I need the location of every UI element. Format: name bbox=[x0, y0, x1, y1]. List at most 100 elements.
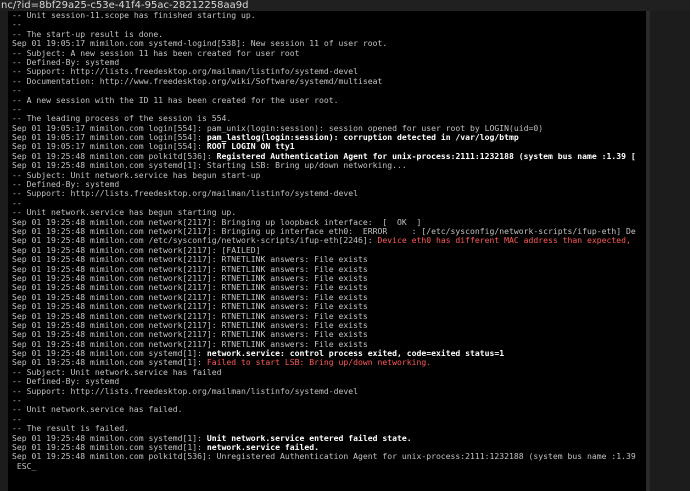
console-text: Sep 01 19:25:48 mimilon.com network[2117… bbox=[12, 320, 368, 330]
console-text: -- Documentation: http://www.freedesktop… bbox=[12, 76, 383, 86]
console-highlight-text: Unit network.service entered failed stat… bbox=[206, 433, 412, 443]
console-text: -- bbox=[12, 414, 22, 424]
console-text: -- The result is failed. bbox=[12, 424, 129, 434]
console-line: -- bbox=[8, 86, 646, 95]
console-line: -- The result is failed. bbox=[8, 424, 646, 433]
console-line: Sep 01 19:05:17 mimilon.com login[554]: … bbox=[8, 133, 646, 142]
console-text: Sep 01 19:25:48 mimilon.com network[2117… bbox=[12, 283, 368, 293]
console-line: Sep 01 19:25:48 mimilon.com network[2117… bbox=[8, 265, 646, 274]
console-line: Sep 01 19:25:48 mimilon.com network[2117… bbox=[8, 330, 646, 339]
console-text: -- Defined-By: systemd bbox=[12, 377, 120, 387]
console-text: Sep 01 19:25:48 mimilon.com network[2117… bbox=[12, 273, 368, 283]
console-screen[interactable]: -- Unit session-11.scope has finished st… bbox=[8, 11, 646, 491]
console-line: Sep 01 19:25:48 mimilon.com systemd[1]: … bbox=[8, 358, 646, 367]
console-text: -- Subject: Unit network.service has fai… bbox=[12, 367, 222, 377]
console-line: Sep 01 19:25:48 mimilon.com systemd[1]: … bbox=[8, 349, 646, 358]
console-line: -- The start-up result is done. bbox=[8, 30, 646, 39]
console-text: Sep 01 19:25:48 mimilon.com network[2117… bbox=[12, 311, 368, 321]
console-text: -- Subject: A new session 11 has been cr… bbox=[12, 48, 300, 58]
console-text: Sep 01 19:25:48 mimilon.com systemd[1]: bbox=[12, 433, 207, 443]
console-line: Sep 01 19:25:48 mimilon.com systemd[1]: … bbox=[8, 434, 646, 443]
console-line: -- Unit network.service has failed. bbox=[8, 405, 646, 414]
console-text: Sep 01 19:25:48 mimilon.com network[2117… bbox=[12, 302, 368, 312]
console-line: -- Defined-By: systemd bbox=[8, 180, 646, 189]
console-line: Sep 01 19:25:48 mimilon.com network[2117… bbox=[8, 340, 646, 349]
console-text: Sep 01 19:25:48 mimilon.com polkitd[536]… bbox=[12, 452, 636, 462]
console-highlight-text: network.service failed. bbox=[206, 442, 319, 452]
console-highlight-text: network.service: control process exited,… bbox=[206, 349, 505, 359]
console-text: -- bbox=[12, 20, 22, 30]
console-line: Sep 01 19:05:17 mimilon.com systemd-logi… bbox=[8, 39, 646, 48]
console-text: -- bbox=[12, 104, 22, 114]
console-text: -- bbox=[12, 86, 22, 96]
console-line: Sep 01 19:25:48 mimilon.com polkitd[536]… bbox=[8, 152, 646, 161]
console-line: -- Subject: Unit network.service has beg… bbox=[8, 171, 646, 180]
console-line: -- A new session with the ID 11 has been… bbox=[8, 96, 646, 105]
console-text: Sep 01 19:05:17 mimilon.com systemd-logi… bbox=[12, 39, 388, 49]
console-line: Sep 01 19:25:48 mimilon.com polkitd[536]… bbox=[8, 452, 646, 461]
console-line: Sep 01 19:25:48 mimilon.com network[2117… bbox=[8, 283, 646, 292]
console-text: -- The leading process of the session is… bbox=[12, 114, 232, 124]
console-text: Sep 01 19:25:48 mimilon.com network[2117… bbox=[12, 330, 368, 340]
console-line: -- Defined-By: systemd bbox=[8, 377, 646, 386]
console-text: ESC_ bbox=[12, 461, 37, 471]
console-text: -- bbox=[12, 396, 22, 406]
console-text: -- Defined-By: systemd bbox=[12, 57, 120, 67]
console-line: -- bbox=[8, 415, 646, 424]
console-text: -- Support: http://lists.freedesktop.org… bbox=[12, 386, 358, 396]
console-line: -- Support: http://lists.freedesktop.org… bbox=[8, 189, 646, 198]
console-line: Sep 01 19:25:48 mimilon.com network[2117… bbox=[8, 293, 646, 302]
console-text: Sep 01 19:25:48 mimilon.com network[2117… bbox=[12, 292, 368, 302]
console-text: Sep 01 19:05:17 mimilon.com login[554]: … bbox=[12, 123, 544, 133]
console-text: Sep 01 19:25:48 mimilon.com systemd[1]: bbox=[12, 349, 207, 359]
console-text: Sep 01 19:25:48 mimilon.com network[2117… bbox=[12, 217, 422, 227]
console-line: -- bbox=[8, 199, 646, 208]
console-text: -- Defined-By: systemd bbox=[12, 180, 120, 190]
console-highlight-text: ROOT LOGIN ON tty1 bbox=[206, 142, 295, 152]
console-log: -- Unit session-11.scope has finished st… bbox=[8, 11, 646, 471]
console-line: Sep 01 19:25:48 mimilon.com systemd[1]: … bbox=[8, 161, 646, 170]
console-text: Sep 01 19:05:17 mimilon.com login[554]: bbox=[12, 133, 207, 143]
console-line: -- Documentation: http://www.freedesktop… bbox=[8, 77, 646, 86]
console-line: -- Defined-By: systemd bbox=[8, 58, 646, 67]
left-frame bbox=[0, 11, 8, 491]
console-text: Sep 01 19:25:48 mimilon.com /etc/sysconf… bbox=[12, 236, 378, 246]
console-text: -- bbox=[12, 198, 22, 208]
console-text: Sep 01 19:25:48 mimilon.com network[2117… bbox=[12, 339, 368, 349]
console-line: -- bbox=[8, 20, 646, 29]
console-line: Sep 01 19:05:17 mimilon.com login[554]: … bbox=[8, 142, 646, 151]
console-error-text: Device eth0 has different MAC address th… bbox=[377, 236, 631, 246]
console-text: Sep 01 19:25:48 mimilon.com network[2117… bbox=[12, 255, 368, 265]
console-text: -- The start-up result is done. bbox=[12, 29, 164, 39]
console-text: Sep 01 19:25:48 mimilon.com polkitd[536]… bbox=[12, 151, 217, 161]
scrollbar[interactable] bbox=[646, 11, 650, 491]
console-line: Sep 01 19:25:48 mimilon.com network[2117… bbox=[8, 302, 646, 311]
console-line: -- Support: http://lists.freedesktop.org… bbox=[8, 67, 646, 76]
console-text: -- Support: http://lists.freedesktop.org… bbox=[12, 189, 358, 199]
console-line: -- Unit session-11.scope has finished st… bbox=[8, 11, 646, 20]
console-line: -- Support: http://lists.freedesktop.org… bbox=[8, 387, 646, 396]
console-highlight-text: Registered Authentication Agent for unix… bbox=[216, 151, 636, 161]
console-line: -- bbox=[8, 105, 646, 114]
console-line: -- The leading process of the session is… bbox=[8, 114, 646, 123]
console-line: Sep 01 19:05:17 mimilon.com login[554]: … bbox=[8, 124, 646, 133]
console-line: -- bbox=[8, 396, 646, 405]
console-text: Sep 01 19:25:48 mimilon.com network[2117… bbox=[12, 264, 368, 274]
console-line: Sep 01 19:25:48 mimilon.com network[2117… bbox=[8, 321, 646, 330]
console-line: ESC_ bbox=[8, 462, 646, 471]
console-line: Sep 01 19:25:48 mimilon.com network[2117… bbox=[8, 255, 646, 264]
console-text: -- Subject: Unit network.service has beg… bbox=[12, 170, 261, 180]
console-text: Sep 01 19:25:48 mimilon.com network[2117… bbox=[12, 245, 261, 255]
address-bar-url[interactable]: nc/?id=8bf29a25-c53e-41f4-95ac-28212258a… bbox=[0, 0, 690, 11]
console-line: -- Subject: Unit network.service has fai… bbox=[8, 368, 646, 377]
console-line: Sep 01 19:25:48 mimilon.com network[2117… bbox=[8, 274, 646, 283]
console-text: Sep 01 19:05:17 mimilon.com login[554]: bbox=[12, 142, 207, 152]
console-line: Sep 01 19:25:48 mimilon.com /etc/sysconf… bbox=[8, 236, 646, 245]
console-line: Sep 01 19:25:48 mimilon.com network[2117… bbox=[8, 218, 646, 227]
console-text: -- Unit session-11.scope has finished st… bbox=[12, 11, 256, 20]
console-text: -- Unit network.service has begun starti… bbox=[12, 208, 237, 218]
console-line: -- Unit network.service has begun starti… bbox=[8, 208, 646, 217]
console-text: Sep 01 19:25:48 mimilon.com systemd[1]: bbox=[12, 358, 207, 368]
console-line: Sep 01 19:25:48 mimilon.com network[2117… bbox=[8, 246, 646, 255]
console-text: -- A new session with the ID 11 has been… bbox=[12, 95, 339, 105]
